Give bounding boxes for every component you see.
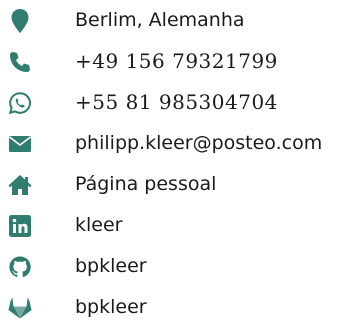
- email-link[interactable]: philipp.kleer@posteo.com: [75, 123, 322, 164]
- phone-text[interactable]: +49 156 79321799: [75, 41, 278, 82]
- whatsapp-text[interactable]: +55 81 985304704: [75, 82, 278, 123]
- github-link[interactable]: bpkleer: [75, 246, 147, 287]
- contact-linkedin: kleer: [0, 205, 351, 246]
- contact-whatsapp: +55 81 985304704: [0, 82, 351, 123]
- github-icon: [0, 246, 40, 287]
- gitlab-icon: [0, 287, 40, 328]
- map-marker-icon: [0, 0, 40, 41]
- whatsapp-icon: [0, 82, 40, 123]
- contact-location: Berlim, Alemanha: [0, 0, 351, 41]
- location-text: Berlim, Alemanha: [75, 9, 245, 31]
- linkedin-link[interactable]: kleer: [75, 205, 122, 246]
- home-icon: [0, 164, 40, 205]
- gitlab-link[interactable]: bpkleer: [75, 287, 147, 328]
- contact-gitlab: bpkleer: [0, 287, 351, 328]
- envelope-icon: [0, 123, 40, 164]
- phone-icon: [0, 41, 40, 82]
- contact-phone: +49 156 79321799: [0, 41, 351, 82]
- homepage-link[interactable]: Página pessoal: [75, 164, 216, 205]
- contact-email: philipp.kleer@posteo.com: [0, 123, 351, 164]
- contact-homepage: Página pessoal: [0, 164, 351, 205]
- linkedin-icon: [0, 205, 40, 246]
- contact-github: bpkleer: [0, 246, 351, 287]
